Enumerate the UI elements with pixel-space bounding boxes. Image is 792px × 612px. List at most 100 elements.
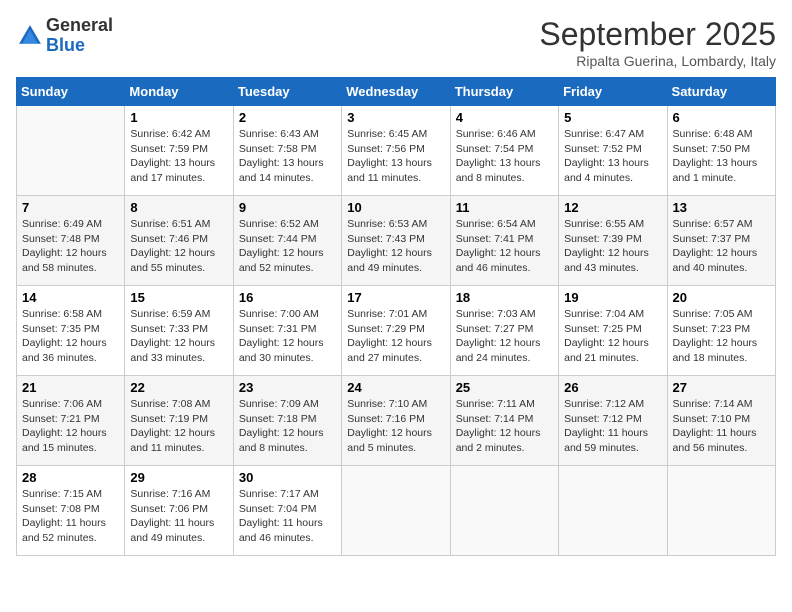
calendar-header: Sunday Monday Tuesday Wednesday Thursday… (17, 78, 776, 106)
daylight-text: Daylight: 12 hours and 40 minutes. (673, 246, 770, 275)
day-detail: Sunrise: 6:46 AMSunset: 7:54 PMDaylight:… (456, 127, 553, 186)
daylight-text: Daylight: 13 hours and 17 minutes. (130, 156, 227, 185)
day-number: 13 (673, 200, 770, 215)
calendar-cell: 13Sunrise: 6:57 AMSunset: 7:37 PMDayligh… (667, 196, 775, 286)
sunrise-text: Sunrise: 6:51 AM (130, 217, 227, 232)
daylight-text: Daylight: 12 hours and 49 minutes. (347, 246, 444, 275)
sunrise-text: Sunrise: 7:03 AM (456, 307, 553, 322)
calendar-cell: 29Sunrise: 7:16 AMSunset: 7:06 PMDayligh… (125, 466, 233, 556)
day-number: 14 (22, 290, 119, 305)
day-number: 20 (673, 290, 770, 305)
sunrise-text: Sunrise: 6:54 AM (456, 217, 553, 232)
daylight-text: Daylight: 13 hours and 1 minute. (673, 156, 770, 185)
calendar-cell: 12Sunrise: 6:55 AMSunset: 7:39 PMDayligh… (559, 196, 667, 286)
sunrise-text: Sunrise: 7:09 AM (239, 397, 336, 412)
calendar-cell: 19Sunrise: 7:04 AMSunset: 7:25 PMDayligh… (559, 286, 667, 376)
daylight-text: Daylight: 11 hours and 52 minutes. (22, 516, 119, 545)
day-detail: Sunrise: 7:05 AMSunset: 7:23 PMDaylight:… (673, 307, 770, 366)
day-detail: Sunrise: 6:53 AMSunset: 7:43 PMDaylight:… (347, 217, 444, 276)
sunset-text: Sunset: 7:44 PM (239, 232, 336, 247)
sunrise-text: Sunrise: 7:17 AM (239, 487, 336, 502)
calendar-week-1: 7Sunrise: 6:49 AMSunset: 7:48 PMDaylight… (17, 196, 776, 286)
sunrise-text: Sunrise: 6:58 AM (22, 307, 119, 322)
location-text: Ripalta Guerina, Lombardy, Italy (539, 53, 776, 69)
calendar-cell: 17 Sunrise: 7:01 AMSunset: 7:29 PMDayligh… (342, 286, 450, 376)
calendar-cell: 4Sunrise: 6:46 AMSunset: 7:54 PMDaylight… (450, 106, 558, 196)
daylight-text: Daylight: 12 hours and 46 minutes. (456, 246, 553, 275)
sunrise-text: Sunrise: 6:55 AM (564, 217, 661, 232)
header-saturday: Saturday (667, 78, 775, 106)
calendar-week-2: 14Sunrise: 6:58 AMSunset: 7:35 PMDayligh… (17, 286, 776, 376)
calendar-cell: 2Sunrise: 6:43 AMSunset: 7:58 PMDaylight… (233, 106, 341, 196)
sunrise-text: Sunrise: 7:01 AM (347, 307, 444, 322)
daylight-text: Daylight: 12 hours and 5 minutes. (347, 426, 444, 455)
calendar-cell (342, 466, 450, 556)
daylight-text: Daylight: 12 hours and 15 minutes. (22, 426, 119, 455)
header-tuesday: Tuesday (233, 78, 341, 106)
calendar-cell: 1Sunrise: 6:42 AMSunset: 7:59 PMDaylight… (125, 106, 233, 196)
sunrise-text: Sunrise: 7:16 AM (130, 487, 227, 502)
day-number: 15 (130, 290, 227, 305)
day-number: 24 (347, 380, 444, 395)
daylight-text: Daylight: 13 hours and 11 minutes. (347, 156, 444, 185)
day-number: 19 (564, 290, 661, 305)
day-detail: Sunrise: 6:42 AMSunset: 7:59 PMDaylight:… (130, 127, 227, 186)
header-friday: Friday (559, 78, 667, 106)
day-detail: Sunrise: 6:48 AMSunset: 7:50 PMDaylight:… (673, 127, 770, 186)
day-detail: Sunrise: 6:49 AMSunset: 7:48 PMDaylight:… (22, 217, 119, 276)
sunset-text: Sunset: 7:33 PM (130, 322, 227, 337)
calendar-cell (450, 466, 558, 556)
sunset-text: Sunset: 7:10 PM (673, 412, 770, 427)
header-row: Sunday Monday Tuesday Wednesday Thursday… (17, 78, 776, 106)
sunset-text: Sunset: 7:18 PM (239, 412, 336, 427)
calendar-cell: 27 Sunrise: 7:14 AMSunset: 7:10 PMDayligh… (667, 376, 775, 466)
sunrise-text: Sunrise: 6:47 AM (564, 127, 661, 142)
sunset-text: Sunset: 7:39 PM (564, 232, 661, 247)
day-number: 3 (347, 110, 444, 125)
sunset-text: Sunset: 7:52 PM (564, 142, 661, 157)
day-detail: Sunrise: 7:15 AMSunset: 7:08 PMDaylight:… (22, 487, 119, 546)
sunset-text: Sunset: 7:54 PM (456, 142, 553, 157)
sunset-text: Sunset: 7:31 PM (239, 322, 336, 337)
daylight-text: Daylight: 11 hours and 49 minutes. (130, 516, 227, 545)
daylight-text: Daylight: 12 hours and 24 minutes. (456, 336, 553, 365)
calendar-cell: 18Sunrise: 7:03 AMSunset: 7:27 PMDayligh… (450, 286, 558, 376)
sunrise-text: Sunrise: 7:06 AM (22, 397, 119, 412)
daylight-text: Daylight: 12 hours and 18 minutes. (673, 336, 770, 365)
sunset-text: Sunset: 7:23 PM (673, 322, 770, 337)
daylight-text: Daylight: 12 hours and 33 minutes. (130, 336, 227, 365)
day-number: 27 (673, 380, 770, 395)
day-detail: Sunrise: 7:11 AMSunset: 7:14 PMDaylight:… (456, 397, 553, 456)
day-detail: Sunrise: 7:12 AMSunset: 7:12 PMDaylight:… (564, 397, 661, 456)
daylight-text: Daylight: 13 hours and 4 minutes. (564, 156, 661, 185)
sunrise-text: Sunrise: 7:14 AM (673, 397, 770, 412)
day-number: 23 (239, 380, 336, 395)
calendar-cell: 7Sunrise: 6:49 AMSunset: 7:48 PMDaylight… (17, 196, 125, 286)
day-detail: Sunrise: 7:03 AMSunset: 7:27 PMDaylight:… (456, 307, 553, 366)
month-title: September 2025 (539, 16, 776, 53)
calendar-cell (17, 106, 125, 196)
daylight-text: Daylight: 12 hours and 27 minutes. (347, 336, 444, 365)
logo-icon (16, 22, 44, 50)
day-number: 11 (456, 200, 553, 215)
header-monday: Monday (125, 78, 233, 106)
calendar-cell: 6Sunrise: 6:48 AMSunset: 7:50 PMDaylight… (667, 106, 775, 196)
sunset-text: Sunset: 7:29 PM (347, 322, 444, 337)
sunrise-text: Sunrise: 6:52 AM (239, 217, 336, 232)
calendar-cell: 9Sunrise: 6:52 AMSunset: 7:44 PMDaylight… (233, 196, 341, 286)
sunset-text: Sunset: 7:19 PM (130, 412, 227, 427)
sunset-text: Sunset: 7:06 PM (130, 502, 227, 517)
calendar-body: 1Sunrise: 6:42 AMSunset: 7:59 PMDaylight… (17, 106, 776, 556)
calendar-cell (559, 466, 667, 556)
calendar-week-0: 1Sunrise: 6:42 AMSunset: 7:59 PMDaylight… (17, 106, 776, 196)
sunrise-text: Sunrise: 6:49 AM (22, 217, 119, 232)
page-header: General Blue September 2025 Ripalta Guer… (16, 16, 776, 69)
sunset-text: Sunset: 7:48 PM (22, 232, 119, 247)
sunrise-text: Sunrise: 7:00 AM (239, 307, 336, 322)
day-number: 17 (347, 290, 444, 305)
day-detail: Sunrise: 7:16 AMSunset: 7:06 PMDaylight:… (130, 487, 227, 546)
day-number: 2 (239, 110, 336, 125)
daylight-text: Daylight: 11 hours and 56 minutes. (673, 426, 770, 455)
calendar-week-3: 21Sunrise: 7:06 AMSunset: 7:21 PMDayligh… (17, 376, 776, 466)
calendar-cell: 16Sunrise: 7:00 AMSunset: 7:31 PMDayligh… (233, 286, 341, 376)
